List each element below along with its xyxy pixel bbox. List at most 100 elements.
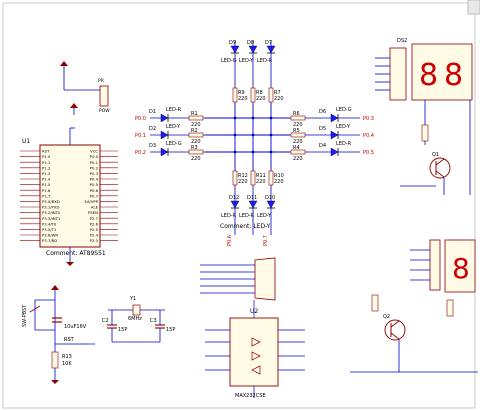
seven-seg-top[interactable]: 8 8 DS2 [375, 38, 473, 195]
resistor-r1[interactable]: R1220 [188, 111, 204, 128]
led-label: LED-R [221, 213, 237, 219]
resistor-group: R1220R2220R3220R4220R5220R6220R7220R8220… [188, 87, 306, 186]
led-d1[interactable]: D1 LED-R [149, 107, 182, 123]
led-d11[interactable]: D11 LED-R [239, 195, 258, 219]
led-d7[interactable]: D7 LED-R [257, 40, 276, 64]
resistor-r12[interactable]: R12220 [232, 170, 248, 186]
led-ref: D1 [149, 109, 156, 115]
u1-pin-label: P2.5 [90, 227, 99, 232]
sheet-corner [467, 0, 480, 15]
u1-pin-label: P0.0 [90, 154, 99, 159]
seven-seg-bottom[interactable]: 8 [410, 239, 476, 293]
led-matrix[interactable]: D1 LED-R D2 LED-Y D3 LED-G D4 LED-R D5 LED-Y D6 LED… [149, 40, 360, 235]
resistor-r5[interactable]: R5 220 [290, 128, 306, 145]
led-label: LED-Y [166, 124, 181, 130]
transistor-q1[interactable]: Q1 [400, 124, 451, 195]
u1-pin-label: P3.7/RD [42, 238, 57, 243]
resistor-r10[interactable]: R10220 [268, 170, 284, 186]
resistor-r9[interactable]: R9220 [232, 87, 248, 103]
u1-pin-label: P3.4/T0 [42, 221, 57, 226]
led-ref: D8 [247, 40, 254, 46]
db9-connector[interactable] [200, 257, 276, 301]
seg-bottom-digit: 8 [452, 252, 470, 285]
u1-pin-label: P3.6/WR [42, 233, 58, 238]
net-p02: P0.2 [135, 150, 146, 156]
pwr-ref: PR [98, 78, 104, 84]
switch-label: SW-PBST [22, 304, 28, 327]
resistor-value: 220 [256, 96, 266, 102]
resistor-r4[interactable]: R4 220 [290, 145, 306, 162]
led-d3[interactable]: D3 LED-G [149, 141, 182, 157]
c2-value: 15P [118, 327, 127, 333]
led-d6[interactable]: D6 LED-G [319, 107, 352, 123]
led-ref: D9 [229, 40, 236, 46]
q1-ref: Q1 [432, 152, 439, 158]
resistor-r11[interactable]: R11220 [250, 170, 266, 186]
led-ref: D3 [149, 143, 156, 149]
u1-pin-label: P2.3 [90, 238, 99, 243]
led-d12[interactable]: D12 LED-R [221, 195, 240, 219]
u1-pin-label: P3.1/TXD [42, 205, 60, 210]
reset-circuit[interactable]: SW-PBST 10uF16V RST R13 10K [22, 285, 95, 384]
resistor-ref: R3 [191, 145, 198, 151]
resistor-value: 220 [274, 96, 284, 102]
led-d2[interactable]: D2 LED-Y [149, 124, 181, 140]
resistor-r2[interactable]: R2220 [188, 128, 204, 145]
u1-comment: Comment: AT89S51 [46, 250, 106, 257]
resistor-value: 220 [238, 179, 248, 185]
led-d5[interactable]: D5 LED-Y [319, 124, 351, 140]
power-connector[interactable]: PR POW [60, 61, 110, 115]
u1-pin-label: RST [42, 149, 50, 154]
u1-pin-label: P0.4 [90, 177, 99, 182]
u1-pin-label: P1.2 [42, 165, 51, 170]
resistor-r8[interactable]: R8220 [250, 87, 266, 103]
u1-pin-label: P0.2 [90, 165, 99, 170]
resistor-ref: R1 [191, 111, 198, 117]
led-label: LED-Y [257, 213, 272, 219]
u1-pin-label: P0.1 [90, 160, 99, 165]
u1-ref: U1 [22, 138, 30, 145]
u1-pin-label: P1.4 [42, 177, 51, 182]
resistor-value: 220 [293, 139, 303, 145]
resistor-r6[interactable]: R6 220 [290, 111, 306, 128]
led-label: LED-G [166, 141, 182, 147]
led-ref: D5 [319, 126, 326, 132]
led-label: LED-R [239, 213, 255, 219]
led-ref: D11 [247, 195, 257, 201]
led-d10[interactable]: D10 LED-Y [257, 195, 276, 219]
led-d8[interactable]: D8 LED-Y [239, 40, 258, 64]
u1-pin-label: P1.7 [42, 193, 51, 198]
crystal-ref: Y1 [129, 296, 136, 302]
resistor-r7[interactable]: R7220 [268, 87, 284, 103]
led-ref: D7 [265, 40, 272, 46]
max232-u2[interactable]: U2 MAX232CSE [205, 300, 305, 399]
u1-pin-label: P2.7 [90, 216, 99, 221]
u1-pin-label: P0.7 [90, 193, 99, 198]
net-p03: P0.3 [363, 116, 374, 122]
resistor-value: 220 [293, 122, 303, 128]
led-d4[interactable]: D4 LED-R [319, 141, 352, 157]
transistor-q2[interactable]: Q2 [350, 294, 478, 373]
led-ref: D6 [319, 109, 326, 115]
seg-digit-1: 8 [419, 58, 438, 93]
schematic-sheet: RSTP1.0P1.1P1.2P1.3P1.4P1.5P1.6P1.7P3.0/… [2, 0, 480, 409]
resistor-ref: R6 [293, 111, 300, 117]
led-ref: D4 [319, 143, 326, 149]
net-p05: P0.5 [363, 150, 374, 156]
rst-label: RST [64, 337, 75, 343]
u2-comment: MAX232CSE [235, 393, 266, 399]
resistor-ref: R2 [191, 128, 198, 134]
schematic-canvas[interactable]: RST P1.0 P1.1 P1.2 P1.3 P1.4 P1.5 P1.6 P1.7 P3.0/… [0, 0, 480, 411]
u1-pin-label: ALE [91, 205, 99, 210]
u1-pin-label: P1.1 [42, 160, 51, 165]
r13-ref: R13 [62, 354, 72, 360]
u1-pin-label: PSEN [88, 210, 98, 215]
led-label: LED-R [166, 107, 182, 113]
crystal-circuit[interactable]: Y1 6MHz C2 15P C3 15P [102, 296, 175, 343]
resistor-ref: R5 [293, 128, 300, 134]
resistor-r3[interactable]: R3 220 [188, 145, 204, 162]
seg-digit-2: 8 [444, 58, 463, 93]
mcu-u1[interactable]: RSTP1.0P1.1P1.2P1.3P1.4P1.5P1.6P1.7P3.0/… [20, 127, 118, 266]
u1-pin-label: P2.4 [90, 233, 99, 238]
led-d9[interactable]: D9 LED-G [221, 40, 240, 64]
